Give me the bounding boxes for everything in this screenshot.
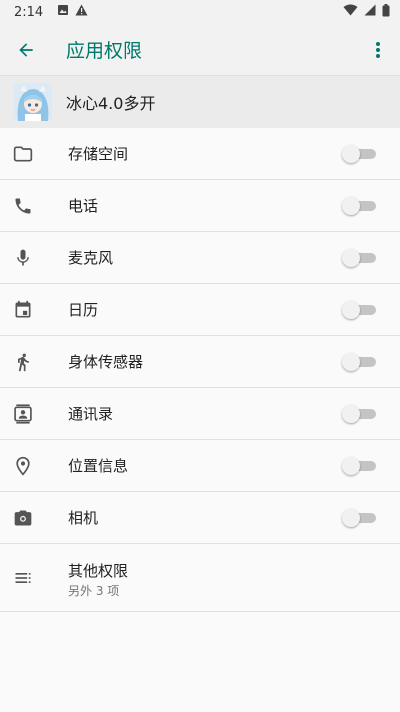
permission-toggle[interactable] xyxy=(342,145,376,163)
list-icon xyxy=(12,567,34,589)
permission-label: 麦克风 xyxy=(68,249,114,267)
app-header: 冰心4.0多开 xyxy=(0,76,400,128)
phone-icon xyxy=(12,195,34,217)
permission-row-body-sensors[interactable]: 身体传感器 xyxy=(0,336,400,388)
status-bar: 2:14 xyxy=(0,0,400,24)
other-permissions-count: 另外 3 项 xyxy=(68,584,120,598)
more-vert-icon xyxy=(376,41,380,58)
back-button[interactable] xyxy=(0,24,52,76)
permission-label: 存储空间 xyxy=(68,145,129,163)
more-options-button[interactable] xyxy=(356,24,400,76)
other-permissions-label: 其他权限 xyxy=(68,562,129,580)
arrow-back-icon xyxy=(19,42,33,57)
permission-label: 位置信息 xyxy=(68,457,129,475)
permission-row-camera[interactable]: 相机 xyxy=(0,492,400,544)
permission-toggle[interactable] xyxy=(342,457,376,475)
folder-icon xyxy=(12,143,34,165)
notification-image-icon xyxy=(57,4,69,20)
permission-toggle[interactable] xyxy=(342,509,376,527)
camera-icon xyxy=(12,507,34,529)
permission-row-phone[interactable]: 电话 xyxy=(0,180,400,232)
permission-toggle[interactable] xyxy=(342,249,376,267)
permission-toggle[interactable] xyxy=(342,301,376,319)
app-name: 冰心4.0多开 xyxy=(66,94,156,113)
calendar-icon xyxy=(12,299,34,321)
app-bar: 应用权限 xyxy=(0,24,400,76)
permission-label: 身体传感器 xyxy=(68,353,144,371)
permission-label: 通讯录 xyxy=(68,405,114,423)
permission-row-microphone[interactable]: 麦克风 xyxy=(0,232,400,284)
other-permissions-row[interactable]: 其他权限 另外 3 项 xyxy=(0,544,400,612)
app-icon xyxy=(14,83,52,121)
permission-row-calendar[interactable]: 日历 xyxy=(0,284,400,336)
permission-toggle[interactable] xyxy=(342,197,376,215)
contacts-icon xyxy=(12,403,34,425)
battery-icon xyxy=(382,3,390,21)
permission-row-contacts[interactable]: 通讯录 xyxy=(0,388,400,440)
permission-toggle[interactable] xyxy=(342,405,376,423)
location-icon xyxy=(12,455,34,477)
permission-label: 相机 xyxy=(68,509,99,527)
permission-label: 电话 xyxy=(68,197,99,215)
warning-icon xyxy=(75,4,88,20)
permission-list: 存储空间 电话 麦克风 日历 身体传感器 通讯录 位置信息 相机 其他权限 另外… xyxy=(0,128,400,612)
signal-icon xyxy=(364,4,376,20)
permission-row-location[interactable]: 位置信息 xyxy=(0,440,400,492)
microphone-icon xyxy=(12,247,34,269)
wifi-icon xyxy=(343,4,358,20)
permission-row-storage[interactable]: 存储空间 xyxy=(0,128,400,180)
permission-label: 日历 xyxy=(68,301,99,319)
page-title: 应用权限 xyxy=(66,40,143,62)
status-time: 2:14 xyxy=(14,4,44,20)
walk-icon xyxy=(12,351,34,373)
permission-toggle[interactable] xyxy=(342,353,376,371)
